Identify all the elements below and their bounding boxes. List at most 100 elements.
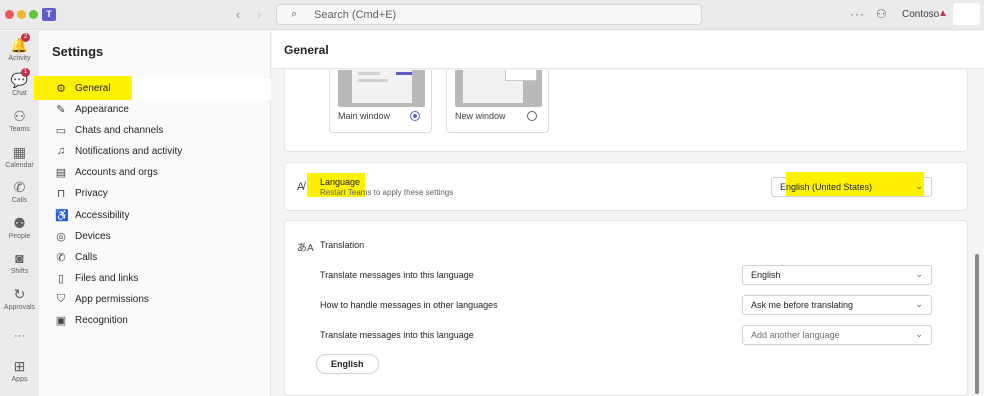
chat-bubble-icon: ▭ — [55, 125, 67, 137]
settings-item-files-and-links[interactable]: ▯ Files and links — [39, 269, 271, 290]
rail-item-approvals[interactable]: ↻ Approvals — [0, 286, 39, 312]
dropdown-value: English — [751, 270, 781, 280]
rail-item-people[interactable]: ⚉ People — [0, 215, 39, 241]
chevron-down-icon: ⌄ — [915, 329, 923, 339]
settings-item-label: Notifications and activity — [75, 146, 183, 157]
settings-item-label: Accounts and orgs — [75, 167, 158, 178]
rail-label: Teams — [9, 126, 30, 133]
settings-item-privacy[interactable]: ⊓ Privacy — [39, 184, 271, 205]
wand-icon: ✎ — [56, 104, 66, 116]
chat-badge: 1 — [21, 68, 30, 77]
teams-icon: ⚇ — [13, 108, 26, 124]
rail-item-activity[interactable]: 🔔 2 Activity — [0, 33, 39, 63]
org-switcher-icon[interactable]: ⚇ — [876, 7, 887, 21]
calendar-icon: ▦ — [12, 144, 27, 160]
recognition-icon: ▣ — [55, 315, 67, 327]
language-card: A̸ Language Restart Teams to apply these… — [284, 162, 968, 211]
window-option-label: New window — [455, 111, 506, 121]
settings-item-label: Appearance — [75, 104, 129, 115]
apps-icon: ⊞ — [13, 358, 26, 374]
rail-item-apps[interactable]: ⊞ Apps — [0, 358, 39, 384]
translate-into-dropdown[interactable]: English ⌄ — [742, 265, 932, 285]
settings-item-calls[interactable]: ✆ Calls — [39, 248, 271, 269]
language-dropdown[interactable]: English (United States) ⌄ — [771, 172, 932, 197]
headset-icon: ◎ — [56, 231, 66, 243]
main-window-preview — [338, 70, 425, 107]
chevron-down-icon: ⌄ — [915, 269, 923, 279]
window-option-label: Main window — [338, 111, 391, 121]
settings-item-label: Recognition — [75, 315, 128, 326]
language-value: English (United States) — [780, 182, 873, 192]
people-icon: ⚉ — [13, 215, 26, 231]
translate-icon: あA — [297, 243, 314, 254]
rail-item-calls[interactable]: ✆ Calls — [0, 179, 39, 205]
teams-logo-icon: T — [42, 8, 56, 21]
phone-icon: ✆ — [13, 179, 26, 195]
settings-item-label: Chats and channels — [75, 125, 164, 136]
settings-item-notifications[interactable]: ♫ Notifications and activity — [39, 142, 271, 163]
new-window-option[interactable]: New window — [446, 70, 549, 133]
language-chip[interactable]: English — [316, 354, 379, 374]
settings-item-recognition[interactable]: ▣ Recognition — [39, 311, 271, 332]
language-title: Language — [320, 177, 361, 187]
org-name[interactable]: Contoso — [902, 9, 939, 20]
scrollbar[interactable] — [975, 254, 979, 394]
translation-card: あA Translation Translate messages into t… — [284, 220, 968, 396]
settings-item-label: Files and links — [75, 273, 139, 284]
add-language-dropdown[interactable]: Add another language ⌄ — [742, 325, 932, 345]
activity-badge: 2 — [21, 33, 30, 42]
maximize-window-button[interactable] — [29, 10, 38, 19]
settings-item-appearance[interactable]: ✎ Appearance — [39, 100, 271, 121]
language-icon: A̸ — [297, 181, 305, 193]
lock-icon: ⊓ — [56, 188, 66, 200]
settings-item-accounts[interactable]: ▤ Accounts and orgs — [39, 163, 271, 184]
phone-icon: ✆ — [56, 252, 66, 264]
warning-icon[interactable]: ▲ — [938, 8, 948, 19]
rail-item-teams[interactable]: ⚇ Teams — [0, 108, 39, 134]
main-header: General — [272, 31, 984, 69]
window-options-card: Main window New window — [284, 70, 968, 152]
back-arrow-icon[interactable]: ‹ — [236, 7, 240, 22]
more-apps-icon: ··· — [14, 330, 25, 342]
gear-icon: ⚙ — [56, 83, 66, 95]
main-content: Main window New window A̸ Language Resta… — [272, 70, 984, 396]
shield-icon: ⛉ — [56, 293, 66, 305]
rail-item-shifts[interactable]: ◙ Shifts — [0, 250, 39, 276]
avatar[interactable] — [953, 3, 980, 25]
settings-item-devices[interactable]: ◎ Devices — [39, 227, 271, 248]
main-window-option[interactable]: Main window — [329, 70, 432, 133]
new-window-radio[interactable] — [527, 111, 537, 121]
bell-icon: 🔔 — [10, 37, 29, 53]
settings-item-accessibility[interactable]: ♿ Accessibility — [39, 206, 271, 227]
file-icon: ▯ — [57, 273, 65, 285]
search-input[interactable]: ⌕ Search (Cmd+E) — [276, 4, 702, 25]
forward-arrow-icon[interactable]: › — [257, 7, 261, 22]
translation-title: Translation — [320, 240, 365, 250]
handle-messages-dropdown[interactable]: Ask me before translating ⌄ — [742, 295, 932, 315]
translation-row-label: Translate messages into this language — [320, 270, 474, 280]
settings-item-label: Accessibility — [75, 210, 130, 221]
minimize-window-button[interactable] — [17, 10, 26, 19]
rail-label: People — [8, 233, 31, 240]
settings-item-app-permissions[interactable]: ⛉ App permissions — [39, 290, 271, 311]
title-bar: T ‹ › ⌕ Search (Cmd+E) ··· ⚇ Contoso ▲ — [0, 0, 984, 30]
shifts-icon: ◙ — [15, 250, 24, 266]
main-window-radio[interactable] — [410, 111, 420, 121]
settings-item-chats-and-channels[interactable]: ▭ Chats and channels — [39, 121, 271, 142]
translation-row-label: How to handle messages in other language… — [320, 300, 498, 310]
rail-item-more-apps[interactable]: ··· — [0, 328, 39, 344]
bell-icon: ♫ — [56, 145, 66, 157]
settings-item-general[interactable]: ⚙ General — [34, 76, 271, 100]
language-subtitle: Restart Teams to apply these settings — [320, 188, 454, 197]
rail-label: Activity — [8, 55, 31, 62]
settings-title: Settings — [52, 44, 104, 59]
settings-item-label: Privacy — [75, 188, 108, 199]
translation-row-label: Translate messages into this language — [320, 330, 474, 340]
settings-item-label: App permissions — [75, 294, 149, 305]
close-window-button[interactable] — [5, 10, 14, 19]
dropdown-value: Ask me before translating — [751, 300, 854, 310]
rail-label: Calendar — [5, 162, 34, 169]
new-window-preview — [455, 70, 542, 107]
more-options-icon[interactable]: ··· — [850, 7, 865, 21]
rail-item-calendar[interactable]: ▦ Calendar — [0, 144, 39, 170]
